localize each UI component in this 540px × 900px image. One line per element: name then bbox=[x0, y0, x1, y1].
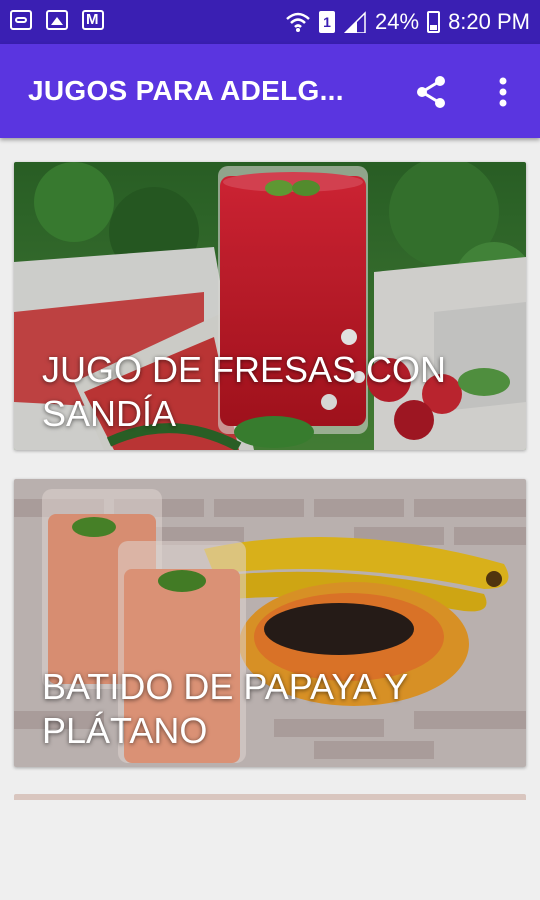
app-bar: JUGOS PARA ADELG... bbox=[0, 44, 540, 138]
clock: 8:20 PM bbox=[448, 9, 530, 34]
app-title: JUGOS PARA ADELG... bbox=[28, 75, 344, 106]
wifi-icon bbox=[286, 12, 310, 32]
recipe-card[interactable]: JUGO DE FRESAS CON SANDÍA bbox=[14, 162, 526, 450]
more-vert-icon[interactable] bbox=[488, 72, 518, 112]
voicemail-icon bbox=[10, 10, 32, 30]
recipe-card[interactable]: BATIDO DE PAPAYA Y PLÁTANO bbox=[14, 479, 526, 767]
recipe-title: BATIDO DE PAPAYA Y PLÁTANO bbox=[42, 666, 408, 751]
notification-icons bbox=[10, 10, 104, 30]
share-icon[interactable] bbox=[412, 72, 452, 112]
sim-icon: 1 bbox=[319, 11, 336, 33]
gmail-icon bbox=[82, 10, 104, 30]
signal-icon bbox=[343, 11, 366, 33]
recipe-title: JUGO DE FRESAS CON SANDÍA bbox=[42, 349, 447, 434]
image-icon bbox=[46, 10, 68, 30]
bottom-area bbox=[0, 800, 540, 900]
battery-icon bbox=[427, 11, 441, 33]
status-bar: 1 24% 8:20 PM bbox=[0, 0, 540, 44]
system-icons: 1 24% 8:20 PM bbox=[285, 0, 530, 44]
battery-percent: 24% bbox=[375, 9, 420, 34]
